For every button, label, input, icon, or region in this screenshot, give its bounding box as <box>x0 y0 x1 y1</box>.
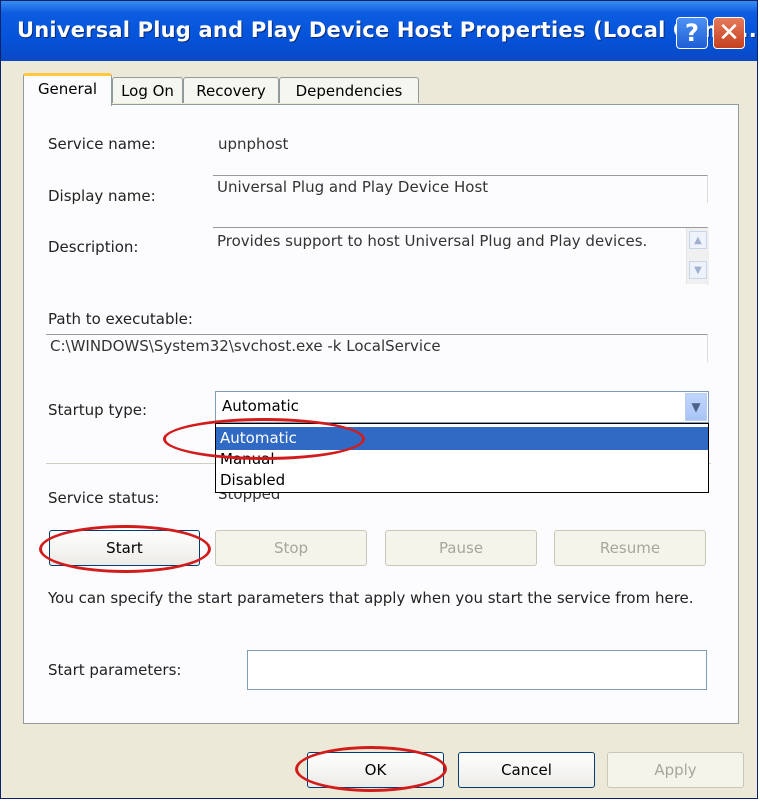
startup-type-value: Automatic <box>222 397 299 415</box>
start-parameters-label: Start parameters: <box>48 661 182 679</box>
service-status-label: Service status: <box>48 489 160 507</box>
display-name-label: Display name: <box>48 187 156 205</box>
service-name-label: Service name: <box>48 135 156 153</box>
start-parameters-input[interactable] <box>247 650 707 690</box>
startup-type-dropdown-list: Automatic Manual Disabled <box>215 423 709 493</box>
window-title: Universal Plug and Play Device Host Prop… <box>17 18 760 42</box>
properties-dialog: Universal Plug and Play Device Host Prop… <box>0 0 760 799</box>
service-name-value: upnphost <box>218 135 289 153</box>
option-disabled[interactable]: Disabled <box>216 469 708 492</box>
stop-button[interactable]: Stop <box>215 530 367 566</box>
description-label: Description: <box>48 238 139 256</box>
tab-log-on[interactable]: Log On <box>112 77 183 103</box>
display-name-field[interactable]: Universal Plug and Play Device Host <box>213 175 708 203</box>
title-bar[interactable]: Universal Plug and Play Device Host Prop… <box>1 1 760 61</box>
ok-button[interactable]: OK <box>307 752 444 788</box>
description-scrollbar[interactable]: ▲ ▼ <box>686 228 709 284</box>
tab-dependencies[interactable]: Dependencies <box>279 77 419 103</box>
help-icon[interactable]: ? <box>676 17 708 49</box>
tab-general[interactable]: General <box>23 73 112 106</box>
path-field[interactable]: C:\WINDOWS\System32\svchost.exe -k Local… <box>46 334 708 362</box>
path-label: Path to executable: <box>48 310 193 328</box>
option-automatic[interactable]: Automatic <box>216 427 708 450</box>
option-manual[interactable]: Manual <box>216 448 708 471</box>
cancel-button[interactable]: Cancel <box>458 752 595 788</box>
description-field[interactable]: Provides support to host Universal Plug … <box>213 227 708 285</box>
scroll-up-icon[interactable]: ▲ <box>689 231 707 249</box>
resume-button[interactable]: Resume <box>554 530 706 566</box>
start-button[interactable]: Start <box>49 530 200 566</box>
start-parameters-info: You can specify the start parameters tha… <box>48 589 694 607</box>
startup-type-select[interactable]: Automatic ▼ <box>215 391 709 423</box>
tab-recovery[interactable]: Recovery <box>183 77 279 103</box>
scroll-down-icon[interactable]: ▼ <box>689 261 707 279</box>
startup-type-label: Startup type: <box>48 401 148 419</box>
chevron-down-icon[interactable]: ▼ <box>685 393 707 421</box>
pause-button[interactable]: Pause <box>385 530 537 566</box>
apply-button[interactable]: Apply <box>607 752 744 788</box>
close-icon[interactable]: ✕ <box>713 17 745 49</box>
